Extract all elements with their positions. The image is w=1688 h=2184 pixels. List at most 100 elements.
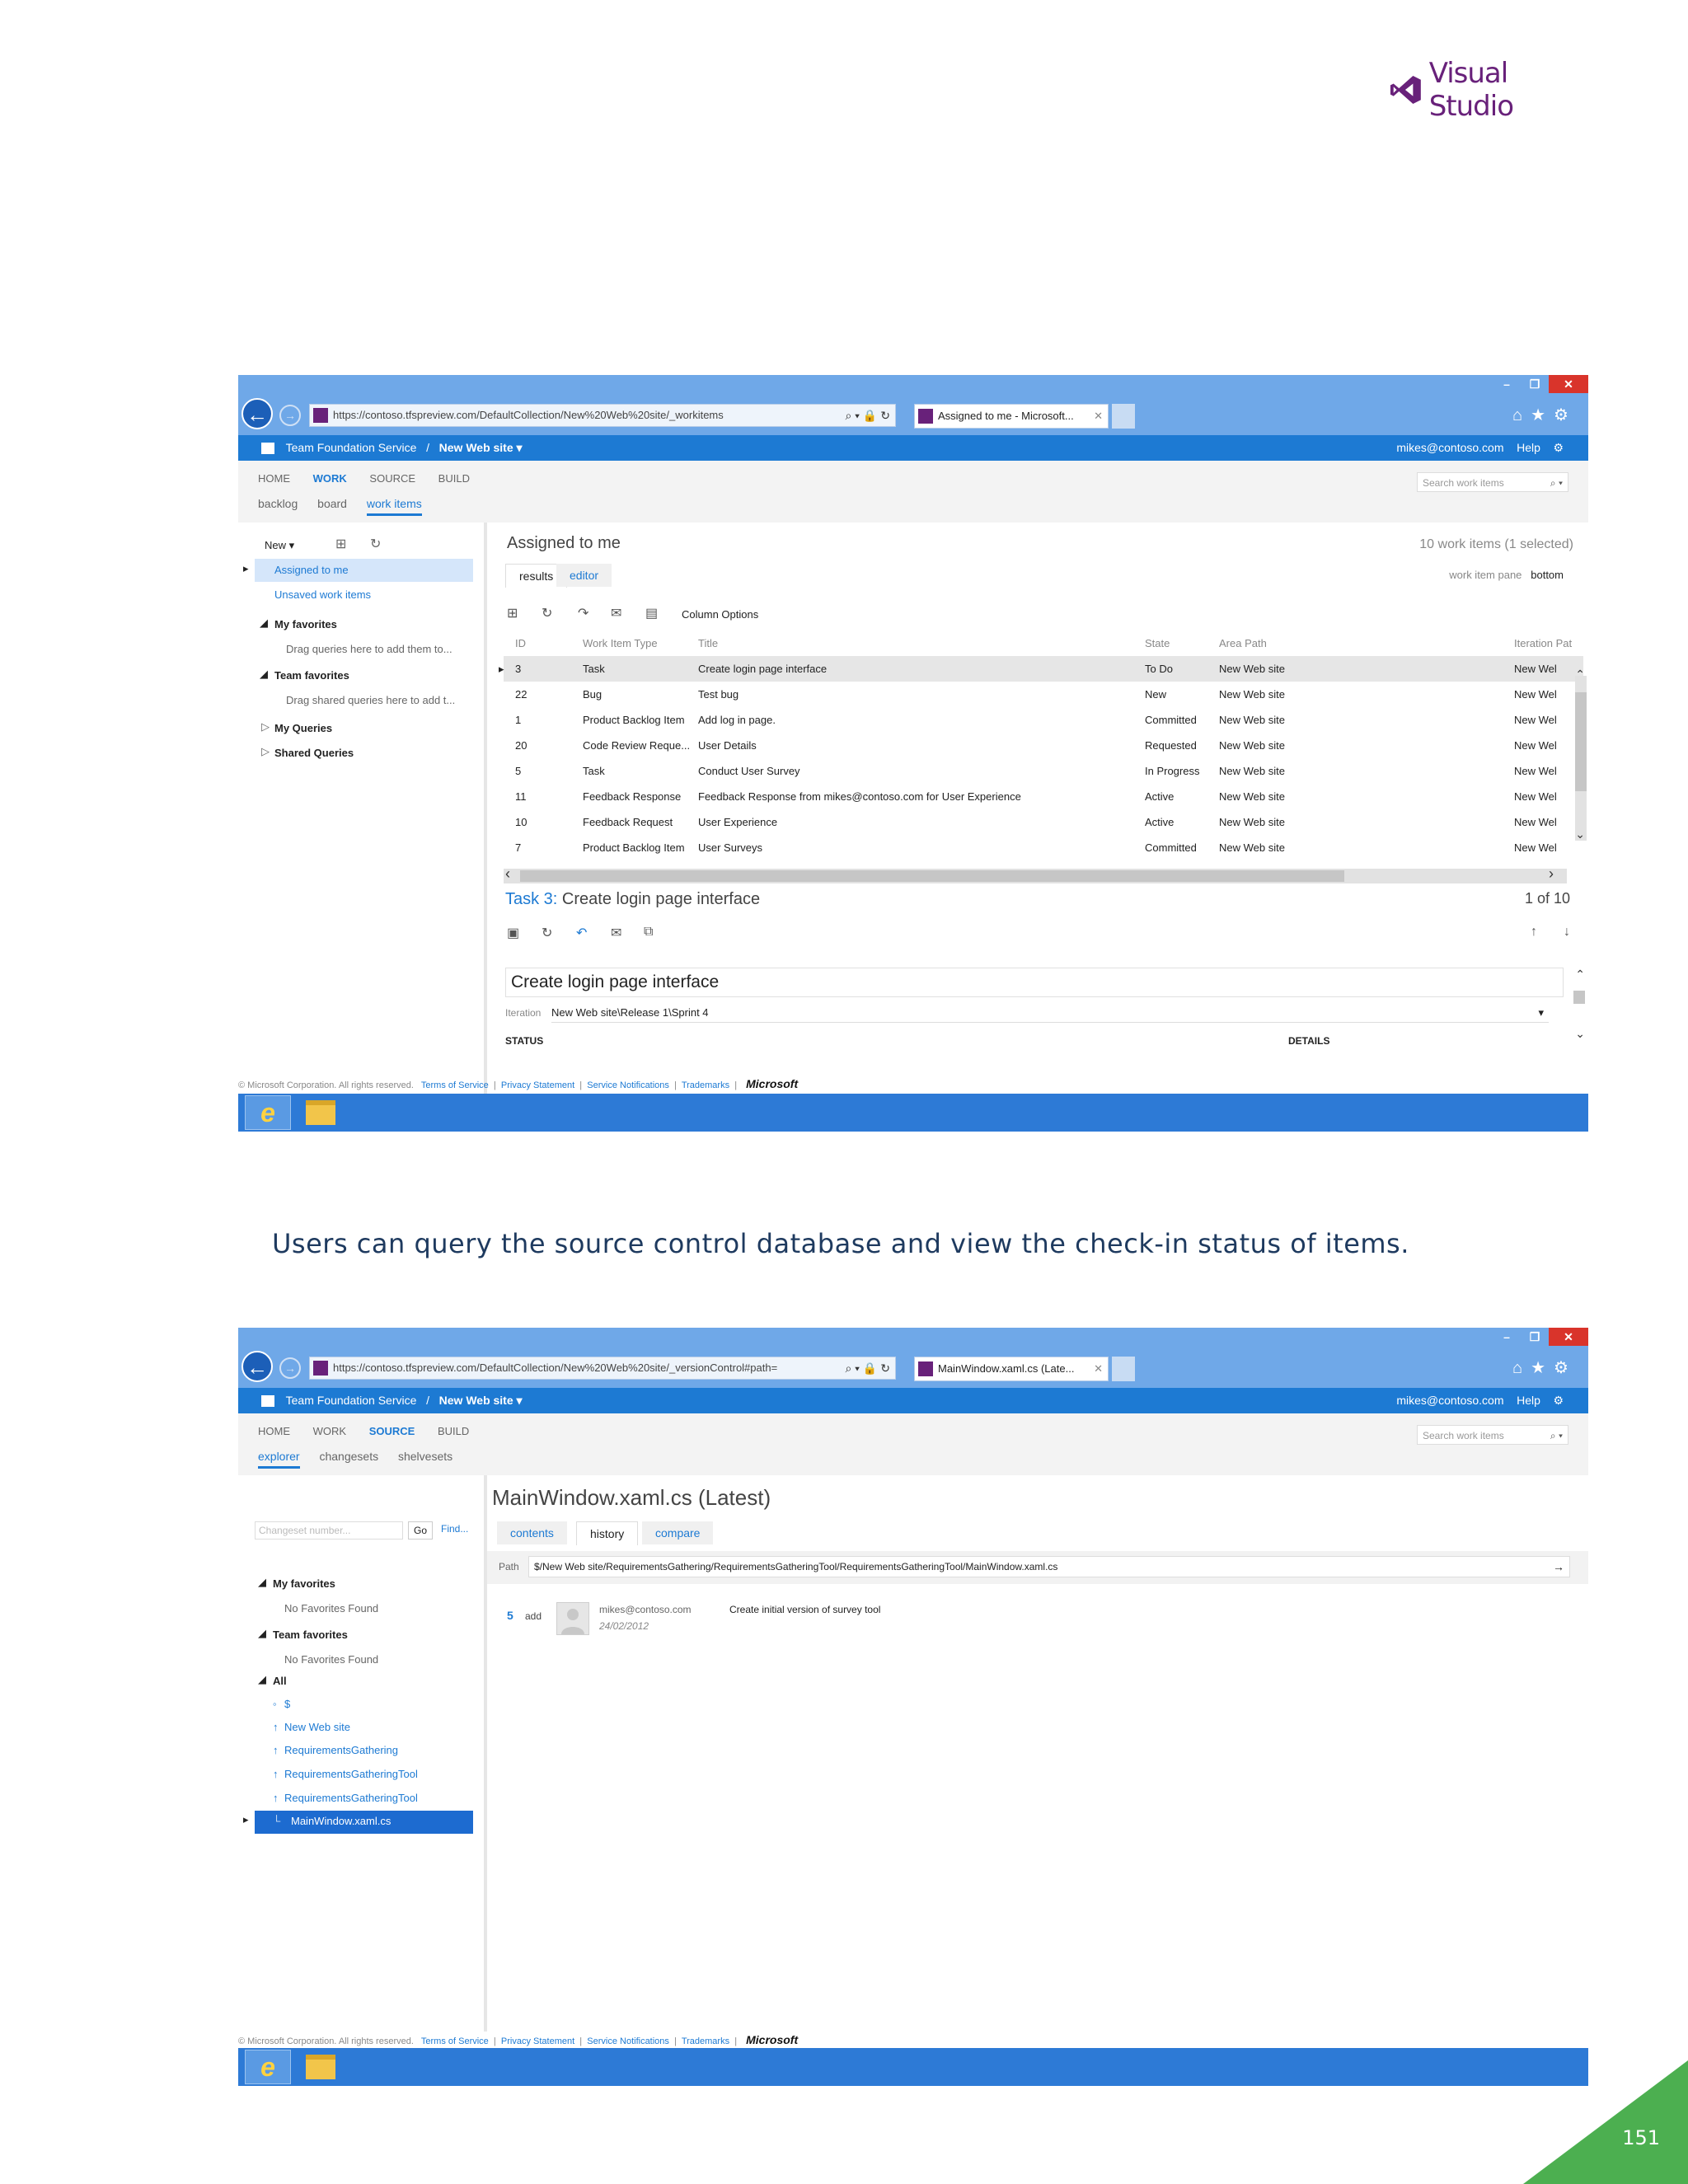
- project-selector[interactable]: New Web site ▾: [439, 441, 523, 454]
- path-input[interactable]: $/New Web site/RequirementsGathering/Req…: [528, 1556, 1570, 1577]
- settings-gear-icon[interactable]: ⚙: [1553, 1394, 1564, 1407]
- nav-source[interactable]: SOURCE: [369, 472, 415, 485]
- grid-horizontal-scrollbar[interactable]: [504, 869, 1567, 883]
- subnav-shelvesets[interactable]: shelvesets: [398, 1450, 452, 1463]
- search-work-items-input[interactable]: Search work items ⌕ ▾: [1417, 1425, 1568, 1445]
- address-controls-icon[interactable]: ⌕ ▾ 🔒 ↻: [840, 1357, 890, 1379]
- back-arrow-icon[interactable]: ←: [241, 398, 273, 429]
- grid-vertical-scrollbar[interactable]: [1575, 676, 1587, 841]
- tab-contents[interactable]: contents: [497, 1521, 567, 1544]
- h-scroll-thumb[interactable]: [520, 870, 1344, 882]
- tree-item-new-web-site[interactable]: New Web site: [284, 1721, 350, 1733]
- file-explorer-icon[interactable]: [306, 2055, 335, 2079]
- table-row[interactable]: 7 Product Backlog Item User Surveys Committ…: [504, 835, 1583, 860]
- new-tab-button[interactable]: [1112, 1357, 1135, 1381]
- new-query-button[interactable]: New ▾: [265, 539, 294, 552]
- query-assigned-to-me[interactable]: Assigned to me: [274, 564, 349, 576]
- dropdown-icon[interactable]: ▾: [1538, 1004, 1544, 1022]
- previous-item-icon[interactable]: ↑: [1531, 925, 1537, 940]
- subnav-board[interactable]: board: [317, 497, 347, 510]
- tfs-title[interactable]: Team Foundation Service: [286, 441, 417, 454]
- copy-icon[interactable]: ⧉: [644, 925, 653, 940]
- email-icon[interactable]: ✉: [611, 925, 621, 941]
- iteration-field[interactable]: New Web site\Release 1\Sprint 4 ▾: [551, 1004, 1549, 1023]
- tab-close-icon[interactable]: ✕: [1094, 1357, 1103, 1380]
- forward-arrow-icon[interactable]: →: [279, 1357, 301, 1379]
- title-field[interactable]: Create login page interface: [505, 968, 1564, 997]
- scroll-down-icon[interactable]: ⌄: [1575, 1027, 1585, 1041]
- col-iteration-path[interactable]: Iteration Pat: [1514, 630, 1583, 656]
- subnav-explorer[interactable]: explorer: [258, 1450, 300, 1469]
- new-tab-button[interactable]: [1112, 404, 1135, 429]
- table-row[interactable]: 5 Task Conduct User Survey In Progress New W…: [504, 758, 1583, 784]
- help-link[interactable]: Help: [1517, 441, 1540, 454]
- table-row[interactable]: 10 Feedback Request User Experience Active N…: [504, 809, 1583, 835]
- detail-scroll-thumb[interactable]: [1573, 991, 1585, 1004]
- find-link[interactable]: Find...: [441, 1523, 468, 1535]
- forward-arrow-icon[interactable]: →: [279, 405, 301, 426]
- undo-icon[interactable]: ↶: [576, 925, 587, 941]
- minimize-icon[interactable]: –: [1493, 375, 1521, 393]
- minimize-icon[interactable]: –: [1493, 1328, 1521, 1346]
- my-favorites-header[interactable]: My favorites: [274, 618, 337, 630]
- subnav-work-items[interactable]: work items: [366, 497, 422, 516]
- col-state[interactable]: State: [1145, 630, 1170, 656]
- browser-tab[interactable]: Assigned to me - Microsoft... ✕: [914, 404, 1109, 429]
- scroll-down-icon[interactable]: ⌄: [1575, 827, 1585, 841]
- help-link[interactable]: Help: [1517, 1394, 1540, 1407]
- refresh-icon[interactable]: ↻: [542, 605, 552, 621]
- restore-icon[interactable]: ❐: [1521, 1328, 1549, 1346]
- next-item-icon[interactable]: ↓: [1564, 925, 1570, 940]
- subnav-changesets[interactable]: changesets: [319, 1450, 378, 1463]
- save-icon[interactable]: ▣: [507, 925, 519, 941]
- privacy-link[interactable]: Privacy Statement: [501, 2036, 574, 2046]
- trademarks-link[interactable]: Trademarks: [682, 2036, 729, 2046]
- user-name[interactable]: mikes@contoso.com: [1396, 1394, 1503, 1407]
- column-options-button[interactable]: Column Options: [682, 608, 758, 621]
- tab-compare[interactable]: compare: [642, 1521, 714, 1544]
- tree-item-root[interactable]: $: [284, 1698, 290, 1710]
- work-item-prefix[interactable]: Task 3:: [505, 890, 557, 908]
- internet-explorer-icon[interactable]: e: [245, 1095, 291, 1130]
- nav-work[interactable]: WORK: [313, 1425, 346, 1437]
- browser-tools-icons[interactable]: ⌂★⚙: [1512, 1357, 1577, 1378]
- changeset-number-input[interactable]: Changeset number...: [255, 1521, 403, 1540]
- tree-item-requirements-gathering-tool[interactable]: RequirementsGatheringTool: [284, 1768, 418, 1780]
- back-arrow-icon[interactable]: ←: [241, 1351, 273, 1382]
- nav-build[interactable]: BUILD: [438, 472, 470, 485]
- scroll-up-icon[interactable]: ⌃: [1575, 968, 1585, 982]
- my-favorites-header[interactable]: My favorites: [273, 1577, 335, 1590]
- browser-tools-icons[interactable]: ⌂★⚙: [1512, 405, 1577, 425]
- nav-build[interactable]: BUILD: [438, 1425, 469, 1437]
- navigate-arrow-icon[interactable]: →: [1553, 1557, 1564, 1577]
- project-selector[interactable]: New Web site ▾: [439, 1394, 523, 1407]
- expand-icon[interactable]: ◢: [258, 1673, 266, 1686]
- privacy-link[interactable]: Privacy Statement: [501, 1080, 574, 1090]
- refresh-icon[interactable]: ↻: [542, 925, 552, 941]
- col-id[interactable]: ID: [515, 630, 526, 656]
- all-header[interactable]: All: [273, 1675, 287, 1687]
- pane-value[interactable]: bottom: [1531, 569, 1564, 581]
- restore-icon[interactable]: ❐: [1521, 375, 1549, 393]
- table-row[interactable]: 22 Bug Test bug New New Web site New Wel: [504, 682, 1583, 707]
- table-row[interactable]: 20 Code Review Reque... User Details Reques…: [504, 733, 1583, 758]
- close-icon[interactable]: ✕: [1549, 375, 1588, 393]
- subnav-backlog[interactable]: backlog: [258, 497, 298, 510]
- user-name[interactable]: mikes@contoso.com: [1396, 441, 1503, 454]
- service-notifications-link[interactable]: Service Notifications: [587, 1080, 669, 1090]
- table-row[interactable]: ▸ 3 Task Create login page interface To Do Ne…: [499, 656, 1583, 682]
- settings-gear-icon[interactable]: ⚙: [1553, 441, 1564, 454]
- search-work-items-input[interactable]: Search work items ⌕ ▾: [1417, 472, 1568, 492]
- tree-item-requirements-gathering-tool-2[interactable]: RequirementsGatheringTool: [284, 1792, 418, 1804]
- col-title[interactable]: Title: [698, 630, 718, 656]
- search-icon[interactable]: ⌕ ▾: [1550, 1426, 1563, 1446]
- search-icon[interactable]: ⌕ ▾: [1550, 473, 1563, 493]
- tree-item-mainwindow[interactable]: MainWindow.xaml.cs: [291, 1815, 391, 1827]
- expand-icon[interactable]: ◢: [260, 668, 268, 681]
- address-controls-icon[interactable]: ⌕ ▾ 🔒 ↻: [840, 405, 890, 426]
- col-area-path[interactable]: Area Path: [1219, 630, 1267, 656]
- new-item-icon[interactable]: ⊞: [507, 605, 518, 621]
- close-icon[interactable]: ✕: [1549, 1328, 1588, 1346]
- service-notifications-link[interactable]: Service Notifications: [587, 2036, 669, 2046]
- tfs-title[interactable]: Team Foundation Service: [286, 1394, 417, 1407]
